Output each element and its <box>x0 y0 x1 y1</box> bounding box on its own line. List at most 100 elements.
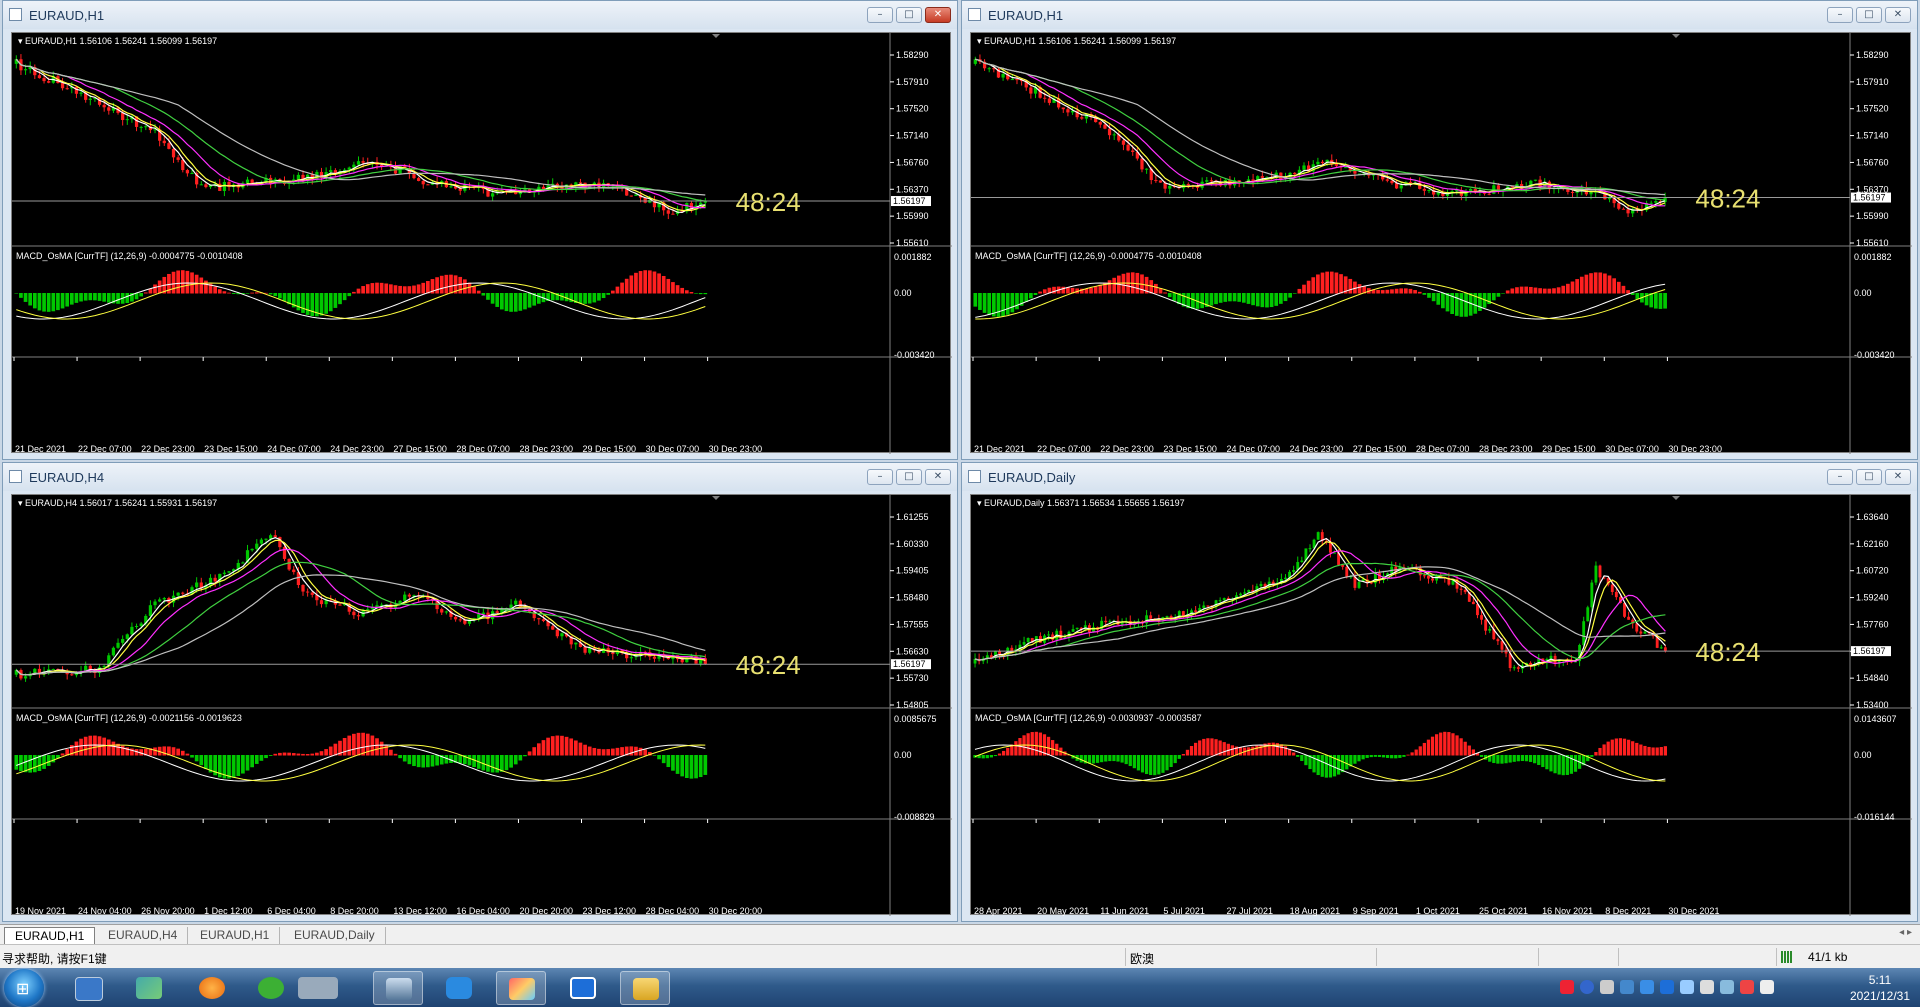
chart-window-icon[interactable] <box>9 8 22 21</box>
maximize-button[interactable]: □ <box>896 469 922 485</box>
chart-window-icon[interactable] <box>968 470 981 483</box>
close-button[interactable]: ✕ <box>1885 7 1911 23</box>
macd-histogram-bar <box>1089 287 1093 294</box>
macd-histogram-bar <box>1033 293 1038 295</box>
macd-histogram-bar <box>204 280 208 294</box>
tray-usb-icon[interactable] <box>1680 980 1694 994</box>
macd-histogram-bar <box>1575 279 1579 294</box>
tab-euraud-h4[interactable]: EURAUD,H4 <box>98 927 189 944</box>
macd-histogram-bar <box>989 755 994 758</box>
chart-window-3[interactable]: EURAUD,H4 – □ ✕ ▾ EURAUD,H4 1.56017 1.56241 … <box>2 462 958 922</box>
candle <box>1059 625 1063 640</box>
taskbar-clock[interactable]: 5:11 2021/12/31 <box>1850 972 1910 1004</box>
tray-chat-icon[interactable] <box>1640 980 1654 994</box>
candle <box>352 161 356 173</box>
macd-histogram-bar <box>407 286 412 294</box>
taskbar-paint-app[interactable] <box>496 971 546 1005</box>
chart-canvas[interactable]: ▾ EURAUD,H1 1.56106 1.56241 1.56099 1.56… <box>970 32 1912 454</box>
macd-histogram-bar <box>1165 755 1169 771</box>
minimize-button[interactable]: – <box>1827 7 1853 23</box>
price-chart-svg[interactable]: ▾ EURAUD,H4 1.56017 1.56241 1.55931 1.56… <box>12 495 952 916</box>
minimize-button[interactable]: – <box>867 469 893 485</box>
maximize-button[interactable]: □ <box>1856 7 1882 23</box>
minimize-button[interactable]: – <box>867 7 893 23</box>
tray-network-icon[interactable] <box>1620 980 1634 994</box>
macd-histogram-bar <box>14 293 19 294</box>
tab-euraud-h1-2[interactable]: EURAUD,H1 <box>190 927 281 944</box>
macd-histogram-bar <box>1478 293 1482 311</box>
time-axis-label: 1 Oct 2021 <box>1416 906 1460 916</box>
taskbar-explorer-app[interactable] <box>620 971 670 1005</box>
window-titlebar[interactable]: EURAUD,H1 – □ ✕ <box>3 1 957 29</box>
chart-canvas[interactable]: ▾ EURAUD,Daily 1.56371 1.56534 1.55655 1… <box>970 494 1912 916</box>
help-icon[interactable] <box>1580 980 1594 994</box>
time-axis-label: 20 May 2021 <box>1037 906 1089 916</box>
tray-device-icon[interactable] <box>1720 980 1734 994</box>
taskbar-browser-app[interactable] <box>187 971 237 1005</box>
taskbar-notes-app[interactable] <box>434 971 484 1005</box>
chart-window-4[interactable]: EURAUD,Daily – □ ✕ ▾ EURAUD,Daily 1.56371 1.… <box>961 462 1918 922</box>
macd-histogram-bar <box>610 290 615 294</box>
taskbar-security-app[interactable] <box>558 971 608 1005</box>
volume-icon[interactable] <box>1700 980 1714 994</box>
moving-average-line <box>974 566 1666 661</box>
macd-histogram-bar <box>1519 286 1524 294</box>
tab-euraud-daily[interactable]: EURAUD,Daily <box>284 927 386 944</box>
chart-window-1[interactable]: EURAUD,H1 – □ ✕ ▾ EURAUD,H1 1.56106 1.56241 … <box>2 0 958 460</box>
macd-histogram-bar <box>412 285 416 294</box>
maximize-button[interactable]: □ <box>1856 469 1882 485</box>
candle-countdown-timer: 48:24 <box>736 187 801 217</box>
macd-histogram-bar <box>634 272 638 294</box>
candle <box>416 592 421 602</box>
macd-histogram-bar <box>1436 293 1441 305</box>
macd-histogram-bar <box>338 293 342 305</box>
macd-histogram-bar <box>1015 293 1019 310</box>
price-chart-svg[interactable]: ▾ EURAUD,Daily 1.56371 1.56534 1.55655 1… <box>971 495 1912 916</box>
tab-scroll-arrows[interactable]: ◂ ▸ <box>1899 927 1912 938</box>
taskbar-wechat-app[interactable] <box>250 971 350 1005</box>
macd-histogram-bar <box>19 293 23 298</box>
current-price-label: 1.56197 <box>893 659 926 669</box>
close-button[interactable]: ✕ <box>925 469 951 485</box>
maximize-button[interactable]: □ <box>896 7 922 23</box>
macd-histogram-bar <box>245 755 250 771</box>
mute-icon[interactable] <box>1740 980 1754 994</box>
macd-histogram-bar <box>647 270 652 294</box>
tab-euraud-h1[interactable]: EURAUD,H1 <box>4 927 96 945</box>
taskbar-desktop-app[interactable] <box>63 971 113 1005</box>
macd-histogram-bar <box>1306 280 1311 294</box>
macd-histogram-bar <box>1177 755 1181 759</box>
chart-canvas[interactable]: ▾ EURAUD,H4 1.56017 1.56241 1.55931 1.56… <box>11 494 952 916</box>
taskbar-app-2[interactable] <box>124 971 174 1005</box>
time-axis-label: 16 Dec 04:00 <box>456 906 510 916</box>
minimize-button[interactable]: – <box>1827 469 1853 485</box>
macd-histogram-bar <box>509 755 513 768</box>
candle <box>74 85 79 99</box>
window-titlebar[interactable]: EURAUD,H4 – □ ✕ <box>3 463 957 491</box>
candle <box>555 628 559 639</box>
macd-histogram-bar <box>1052 286 1056 294</box>
start-button[interactable]: ⊞ <box>4 969 44 1007</box>
chart-window-icon[interactable] <box>968 8 981 21</box>
price-chart-svg[interactable]: ▾ EURAUD,H1 1.56106 1.56241 1.56099 1.56… <box>12 33 952 454</box>
signal-icon[interactable] <box>1760 980 1774 994</box>
chart-window-2[interactable]: EURAUD,H1 – □ ✕ ▾ EURAUD,H1 1.56106 1.56241 … <box>961 0 1918 460</box>
tray-shield-icon[interactable] <box>1660 980 1674 994</box>
window-titlebar[interactable]: EURAUD,H1 – □ ✕ <box>962 1 1917 29</box>
macd-histogram-bar <box>1271 742 1275 756</box>
price-chart-svg[interactable]: ▾ EURAUD,H1 1.56106 1.56241 1.56099 1.56… <box>971 33 1912 454</box>
chart-canvas[interactable]: ▾ EURAUD,H1 1.56106 1.56241 1.56099 1.56… <box>11 32 952 454</box>
price-scale-label: 1.57555 <box>896 619 929 629</box>
close-button[interactable]: ✕ <box>1885 469 1911 485</box>
taskbar-metatrader-app[interactable] <box>373 971 423 1005</box>
current-price-label: 1.56197 <box>1853 646 1886 656</box>
window-titlebar[interactable]: EURAUD,Daily – □ ✕ <box>962 463 1917 491</box>
macd-histogram-bar <box>1394 755 1398 759</box>
candle <box>973 56 977 66</box>
macd-histogram-bar <box>1046 736 1051 756</box>
close-button[interactable]: ✕ <box>925 7 951 23</box>
macd-histogram-bar <box>111 741 116 756</box>
tray-app-icon[interactable] <box>1600 980 1614 994</box>
chart-window-icon[interactable] <box>9 470 22 483</box>
sogou-icon[interactable] <box>1560 980 1574 994</box>
